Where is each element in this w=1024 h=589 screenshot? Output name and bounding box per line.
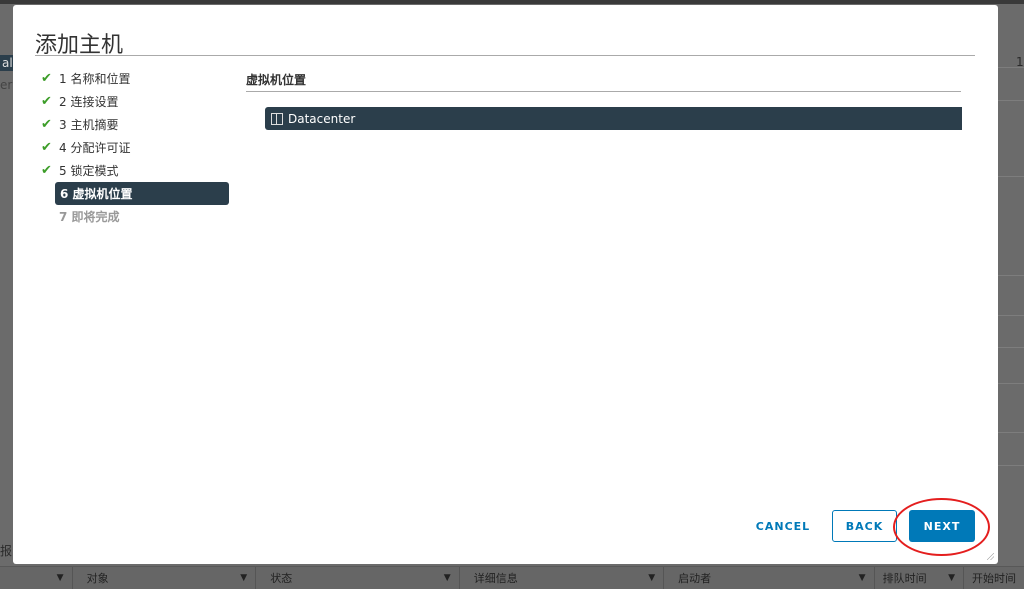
- background-table-header: ▼ 对象 ▼ 状态 ▼ 详细信息 ▼ 启动者 ▼ 排队时间 ▼ 开始时间: [0, 566, 1024, 589]
- wizard-steps: ✔ 1 名称和位置 ✔ 2 连接设置 ✔ 3 主机摘要 ✔ 4 分配许可证 ✔ 5 锁定模…: [39, 67, 229, 228]
- add-host-dialog: 添加主机 ✔ 1 名称和位置 ✔ 2 连接设置 ✔ 3 主机摘要 ✔ 4 分配许可证 ✔…: [13, 5, 998, 564]
- divider: [246, 91, 961, 92]
- wizard-step-6-active[interactable]: 6 虚拟机位置: [55, 182, 229, 205]
- check-icon: ✔: [41, 71, 52, 86]
- filter-icon[interactable]: ▼: [444, 573, 451, 583]
- resize-handle[interactable]: [987, 553, 994, 560]
- filter-icon[interactable]: ▼: [648, 573, 655, 583]
- wizard-step-5[interactable]: ✔ 5 锁定模式: [39, 159, 229, 182]
- back-button[interactable]: BACK: [832, 510, 897, 542]
- next-button[interactable]: NEXT: [909, 510, 975, 542]
- column-header-details[interactable]: 详细信息 ▼: [460, 567, 665, 589]
- column-header[interactable]: ▼: [0, 567, 73, 589]
- wizard-step-4[interactable]: ✔ 4 分配许可证: [39, 136, 229, 159]
- column-header-start-time[interactable]: 开始时间: [964, 567, 1024, 589]
- wizard-step-3[interactable]: ✔ 3 主机摘要: [39, 113, 229, 136]
- background-header: [0, 0, 1024, 4]
- background-fragment: er: [0, 78, 13, 92]
- column-header-object[interactable]: 对象 ▼: [73, 567, 257, 589]
- wizard-step-2[interactable]: ✔ 2 连接设置: [39, 90, 229, 113]
- check-icon: ✔: [41, 94, 52, 109]
- section-title: 虚拟机位置: [246, 73, 307, 87]
- check-icon: ✔: [41, 163, 52, 178]
- filter-icon[interactable]: ▼: [859, 573, 866, 583]
- tree-item-datacenter[interactable]: Datacenter: [265, 107, 962, 130]
- wizard-step-1[interactable]: ✔ 1 名称和位置: [39, 67, 229, 90]
- check-icon: ✔: [41, 117, 52, 132]
- wizard-step-7: 7 即将完成: [59, 210, 120, 224]
- filter-icon[interactable]: ▼: [240, 573, 247, 583]
- background-fragment: 报: [0, 544, 13, 558]
- column-header-initiator[interactable]: 启动者 ▼: [664, 567, 875, 589]
- filter-icon[interactable]: ▼: [948, 573, 955, 583]
- column-header-queued-time[interactable]: 排队时间 ▼: [875, 567, 964, 589]
- divider: [35, 55, 975, 56]
- column-header-status[interactable]: 状态 ▼: [256, 567, 460, 589]
- check-icon: ✔: [41, 140, 52, 155]
- cancel-button[interactable]: CANCEL: [748, 510, 818, 542]
- filter-icon[interactable]: ▼: [57, 573, 64, 583]
- datacenter-icon: [271, 112, 283, 125]
